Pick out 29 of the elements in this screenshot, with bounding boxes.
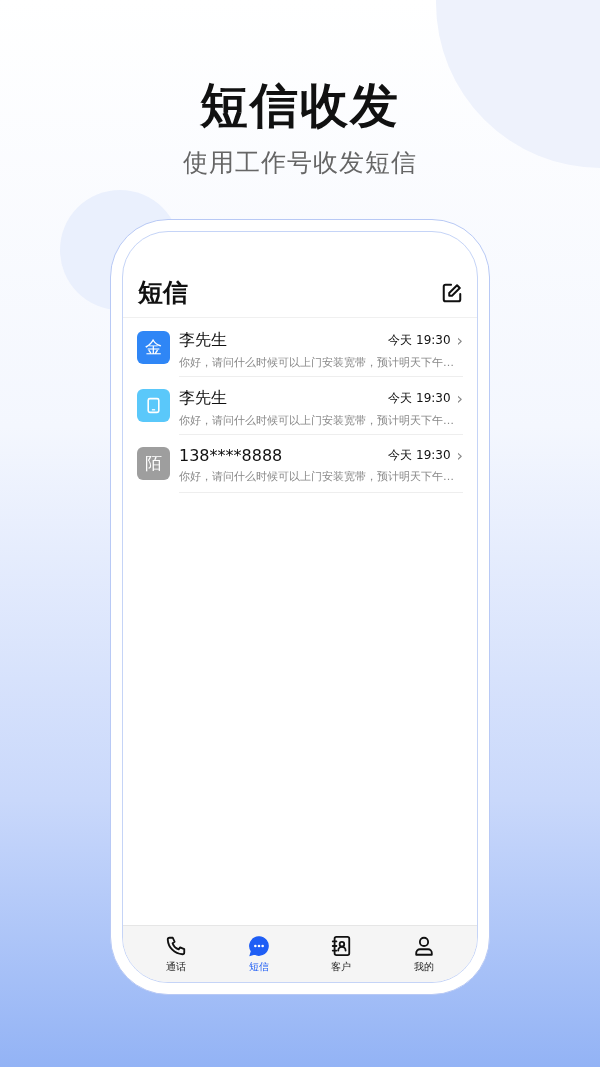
- tab[interactable]: 客户: [311, 926, 372, 982]
- chevron-icon: ›: [456, 390, 463, 407]
- tab[interactable]: 我的: [393, 926, 454, 982]
- phone-icon: [165, 934, 188, 957]
- contact-name: 李先生: [179, 388, 228, 409]
- contacts-book-icon: [330, 934, 353, 957]
- contact-avatar: 金: [137, 331, 170, 364]
- message-preview: 你好，请问什么时候可以上门安装宽带，预计明天下午…: [179, 355, 455, 370]
- contact-name: 138****8888: [179, 446, 284, 465]
- contact-avatar: 陌: [137, 447, 170, 480]
- edit-icon[interactable]: [441, 281, 463, 304]
- person-icon: [412, 934, 435, 957]
- promo-subtitle: 使用工作号收发短信: [183, 147, 417, 179]
- message-preview: 你好，请问什么时候可以上门安装宽带，预计明天下午…: [179, 413, 455, 428]
- tab[interactable]: 短信: [228, 926, 289, 982]
- promo-title: 短信收发: [200, 76, 400, 135]
- contact-name: 李先生: [179, 330, 228, 351]
- screen-title: 短信: [138, 277, 188, 309]
- message-item[interactable]: 李先生 今天 19:30 › 你好，请问什么时候可以上门安装宽带，预计明天下午…: [123, 376, 477, 434]
- message-time: 今天 19:30: [388, 447, 451, 464]
- message-time: 今天 19:30: [388, 332, 451, 349]
- chevron-icon: ›: [456, 447, 463, 464]
- tab[interactable]: 通话: [146, 926, 207, 982]
- chevron-icon: ›: [456, 332, 463, 349]
- message-item[interactable]: 陌 138****8888 今天 19:30 › 你好，请问什么时候可以上门安装宽带，预计明天下午…: [123, 434, 477, 492]
- message-item[interactable]: 金 李先生 今天 19:30 › 你好，请问什么时候可以上门安装宽带，预计明天下午…: [123, 318, 477, 376]
- message-preview: 你好，请问什么时候可以上门安装宽带，预计明天下午…: [179, 469, 455, 484]
- chat-bubble-icon: [247, 934, 270, 957]
- message-time: 今天 19:30: [388, 390, 451, 407]
